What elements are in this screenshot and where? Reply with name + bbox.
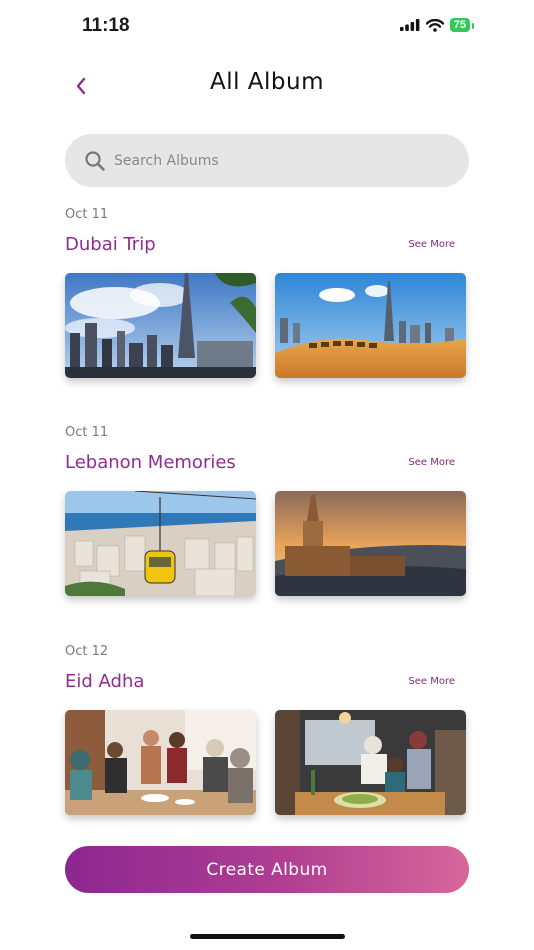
see-more-link[interactable]: See More: [408, 676, 455, 687]
status-icons: 75: [399, 18, 475, 32]
album-photos: [65, 710, 466, 815]
home-indicator[interactable]: [190, 934, 345, 939]
eid-family-gathering-photo[interactable]: [65, 710, 256, 815]
album-section-dubai: Oct 11 Dubai Trip See More: [65, 207, 469, 378]
album-title[interactable]: Lebanon Memories: [65, 452, 236, 473]
battery-level: 75: [453, 19, 466, 31]
beirut-cable-car-photo[interactable]: [65, 491, 256, 596]
album-date: Oct 11: [65, 207, 109, 222]
battery-icon: 75: [449, 18, 475, 32]
album-photos: [65, 273, 466, 378]
dubai-desert-camels-photo[interactable]: [275, 273, 466, 378]
album-title[interactable]: Eid Adha: [65, 671, 144, 692]
status-time: 11:18: [82, 15, 130, 36]
album-date: Oct 11: [65, 425, 109, 440]
album-section-lebanon: Oct 11 Lebanon Memories See More: [65, 425, 469, 596]
signal-icon: [399, 19, 420, 31]
search-icon: [85, 150, 105, 171]
page-title: All Album: [209, 69, 325, 95]
album-section-eid: Oct 12 Eid Adha See More: [65, 644, 469, 815]
see-more-link[interactable]: See More: [408, 457, 455, 468]
album-date: Oct 12: [65, 644, 109, 659]
eid-family-cooking-photo[interactable]: [275, 710, 466, 815]
album-title[interactable]: Dubai Trip: [65, 234, 156, 255]
search-bar[interactable]: [65, 134, 469, 187]
search-input[interactable]: [112, 151, 436, 170]
dubai-skyline-photo[interactable]: [65, 273, 256, 378]
create-album-button[interactable]: Create Album: [65, 846, 469, 893]
see-more-link[interactable]: See More: [408, 239, 455, 250]
wifi-icon: [425, 18, 444, 32]
create-album-label: Create Album: [206, 859, 328, 880]
lebanon-cathedral-sunset-photo[interactable]: [275, 491, 466, 596]
album-photos: [65, 491, 466, 596]
